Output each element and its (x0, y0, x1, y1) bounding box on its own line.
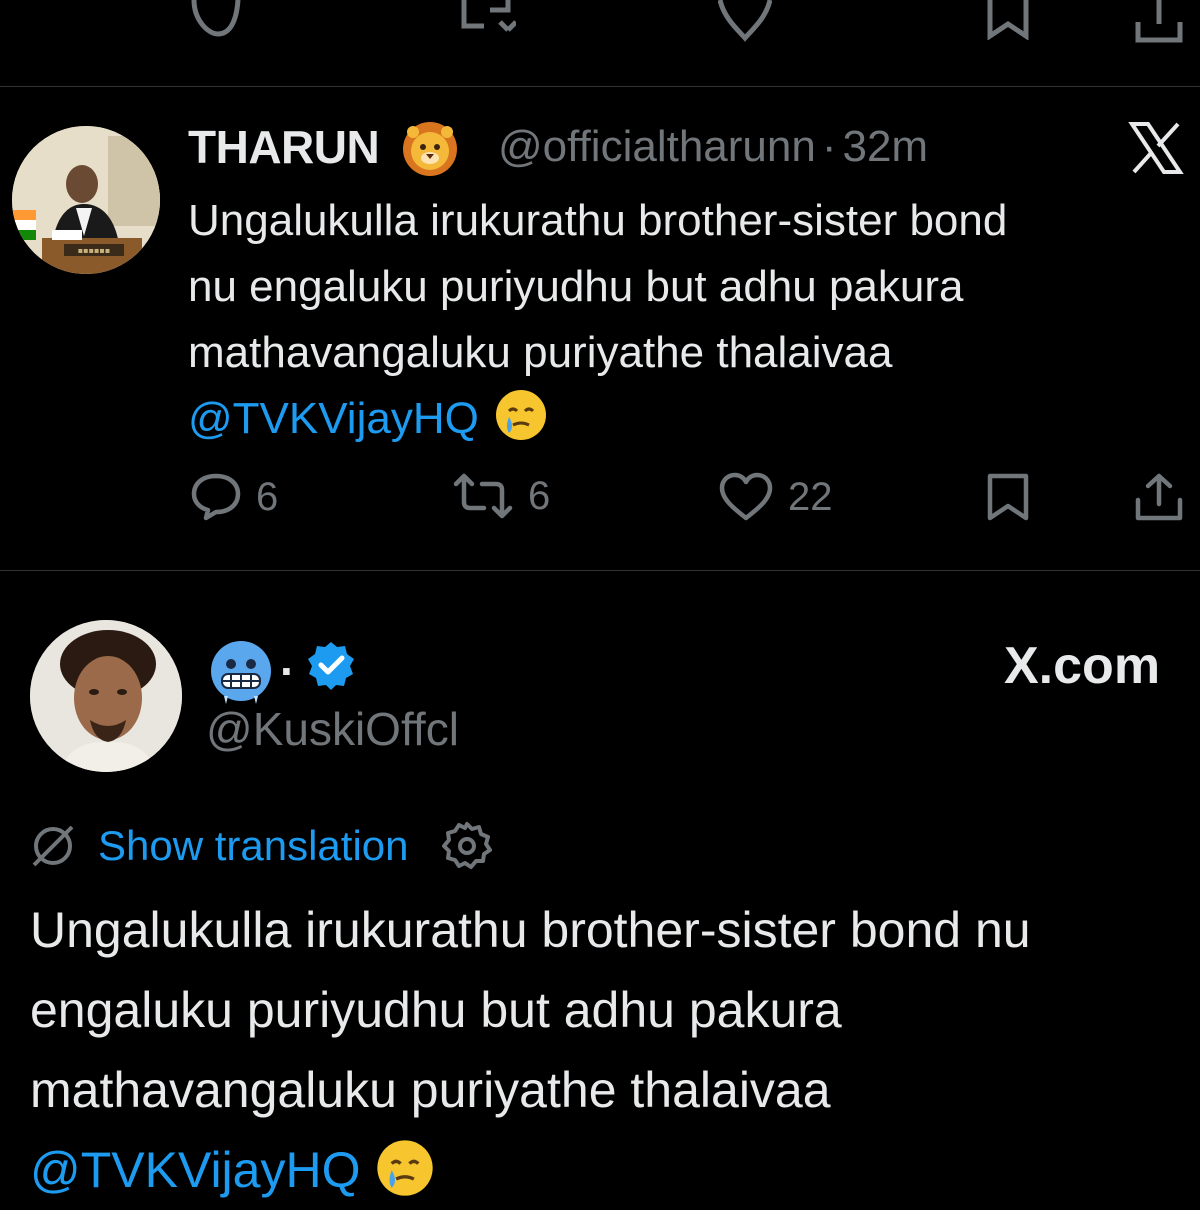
share-icon (1134, 472, 1184, 522)
like-button[interactable]: 22 (718, 472, 833, 522)
reply-icon[interactable] (190, 0, 242, 40)
handle[interactable]: @KuskiOffcl (206, 702, 459, 756)
show-translation-link[interactable]: Show translation (98, 822, 409, 870)
retweet-count: 6 (528, 473, 551, 518)
timestamp[interactable]: 32m (842, 122, 928, 171)
x-com-watermark: X.com (1004, 637, 1161, 695)
show-translation-row[interactable]: Show translation (30, 818, 493, 874)
tweet-text-line: Ungalukulla irukurathu brother-sister bo… (188, 196, 1008, 245)
globe-slash-icon (30, 823, 76, 869)
like-icon (718, 472, 774, 522)
reply-button[interactable]: 6 (190, 472, 278, 522)
x-logo-icon (1128, 120, 1184, 176)
like-icon[interactable] (718, 0, 772, 42)
verified-badge-icon (306, 640, 356, 690)
tweet-actions: 6 6 22 (0, 470, 1200, 530)
tweet-meta: @officialtharunn · 32m (498, 122, 928, 172)
face-holding-back-tears-emoji (374, 1137, 436, 1199)
gear-icon[interactable] (441, 820, 493, 872)
tweet-text-line: nu engaluku puriyudhu but adhu pakura (188, 262, 964, 311)
reply-icon (190, 472, 242, 522)
share-icon[interactable] (1134, 0, 1184, 44)
svg-text:▪▪▪▪▪▪: ▪▪▪▪▪▪ (78, 246, 111, 255)
divider (0, 86, 1200, 87)
bookmark-icon[interactable] (986, 0, 1030, 40)
bookmark-button[interactable] (986, 472, 1030, 522)
tweet-text-line: Ungalukulla irukurathu brother-sister bo… (30, 902, 1031, 958)
tweet-text-line: mathavangaluku puriyathe thalaivaa (188, 328, 893, 377)
display-name[interactable]: THARUN (188, 120, 380, 174)
share-button[interactable] (1134, 472, 1184, 522)
tweet-text: Ungalukulla irukurathu brother-sister bo… (30, 890, 1200, 1210)
mention-link[interactable]: @TVKVijayHQ (30, 1142, 360, 1198)
retweet-icon (452, 472, 514, 520)
tweet-text-line: mathavangaluku puriyathe thalaivaa (30, 1062, 831, 1118)
avatar[interactable]: ▪▪▪▪▪▪ (12, 126, 160, 274)
tweet-text-line: engaluku puriyudhu but adhu pakura (30, 982, 842, 1038)
like-count: 22 (788, 474, 833, 519)
retweet-icon[interactable] (456, 0, 516, 40)
retweet-button[interactable]: 6 (452, 472, 550, 520)
display-name[interactable]: . (280, 632, 293, 686)
divider (0, 570, 1200, 571)
reply-count: 6 (256, 474, 279, 519)
tweet-text: Ungalukulla irukurathu brother-sister bo… (188, 188, 1188, 452)
lion-face-emoji (400, 118, 460, 178)
separator: · (821, 122, 837, 171)
bookmark-icon (986, 472, 1030, 522)
mention-link[interactable]: @TVKVijayHQ (188, 394, 479, 443)
handle[interactable]: @officialtharunn (498, 122, 816, 171)
face-holding-back-tears-emoji (493, 387, 549, 443)
avatar[interactable] (30, 620, 182, 772)
cold-face-emoji (206, 636, 276, 706)
